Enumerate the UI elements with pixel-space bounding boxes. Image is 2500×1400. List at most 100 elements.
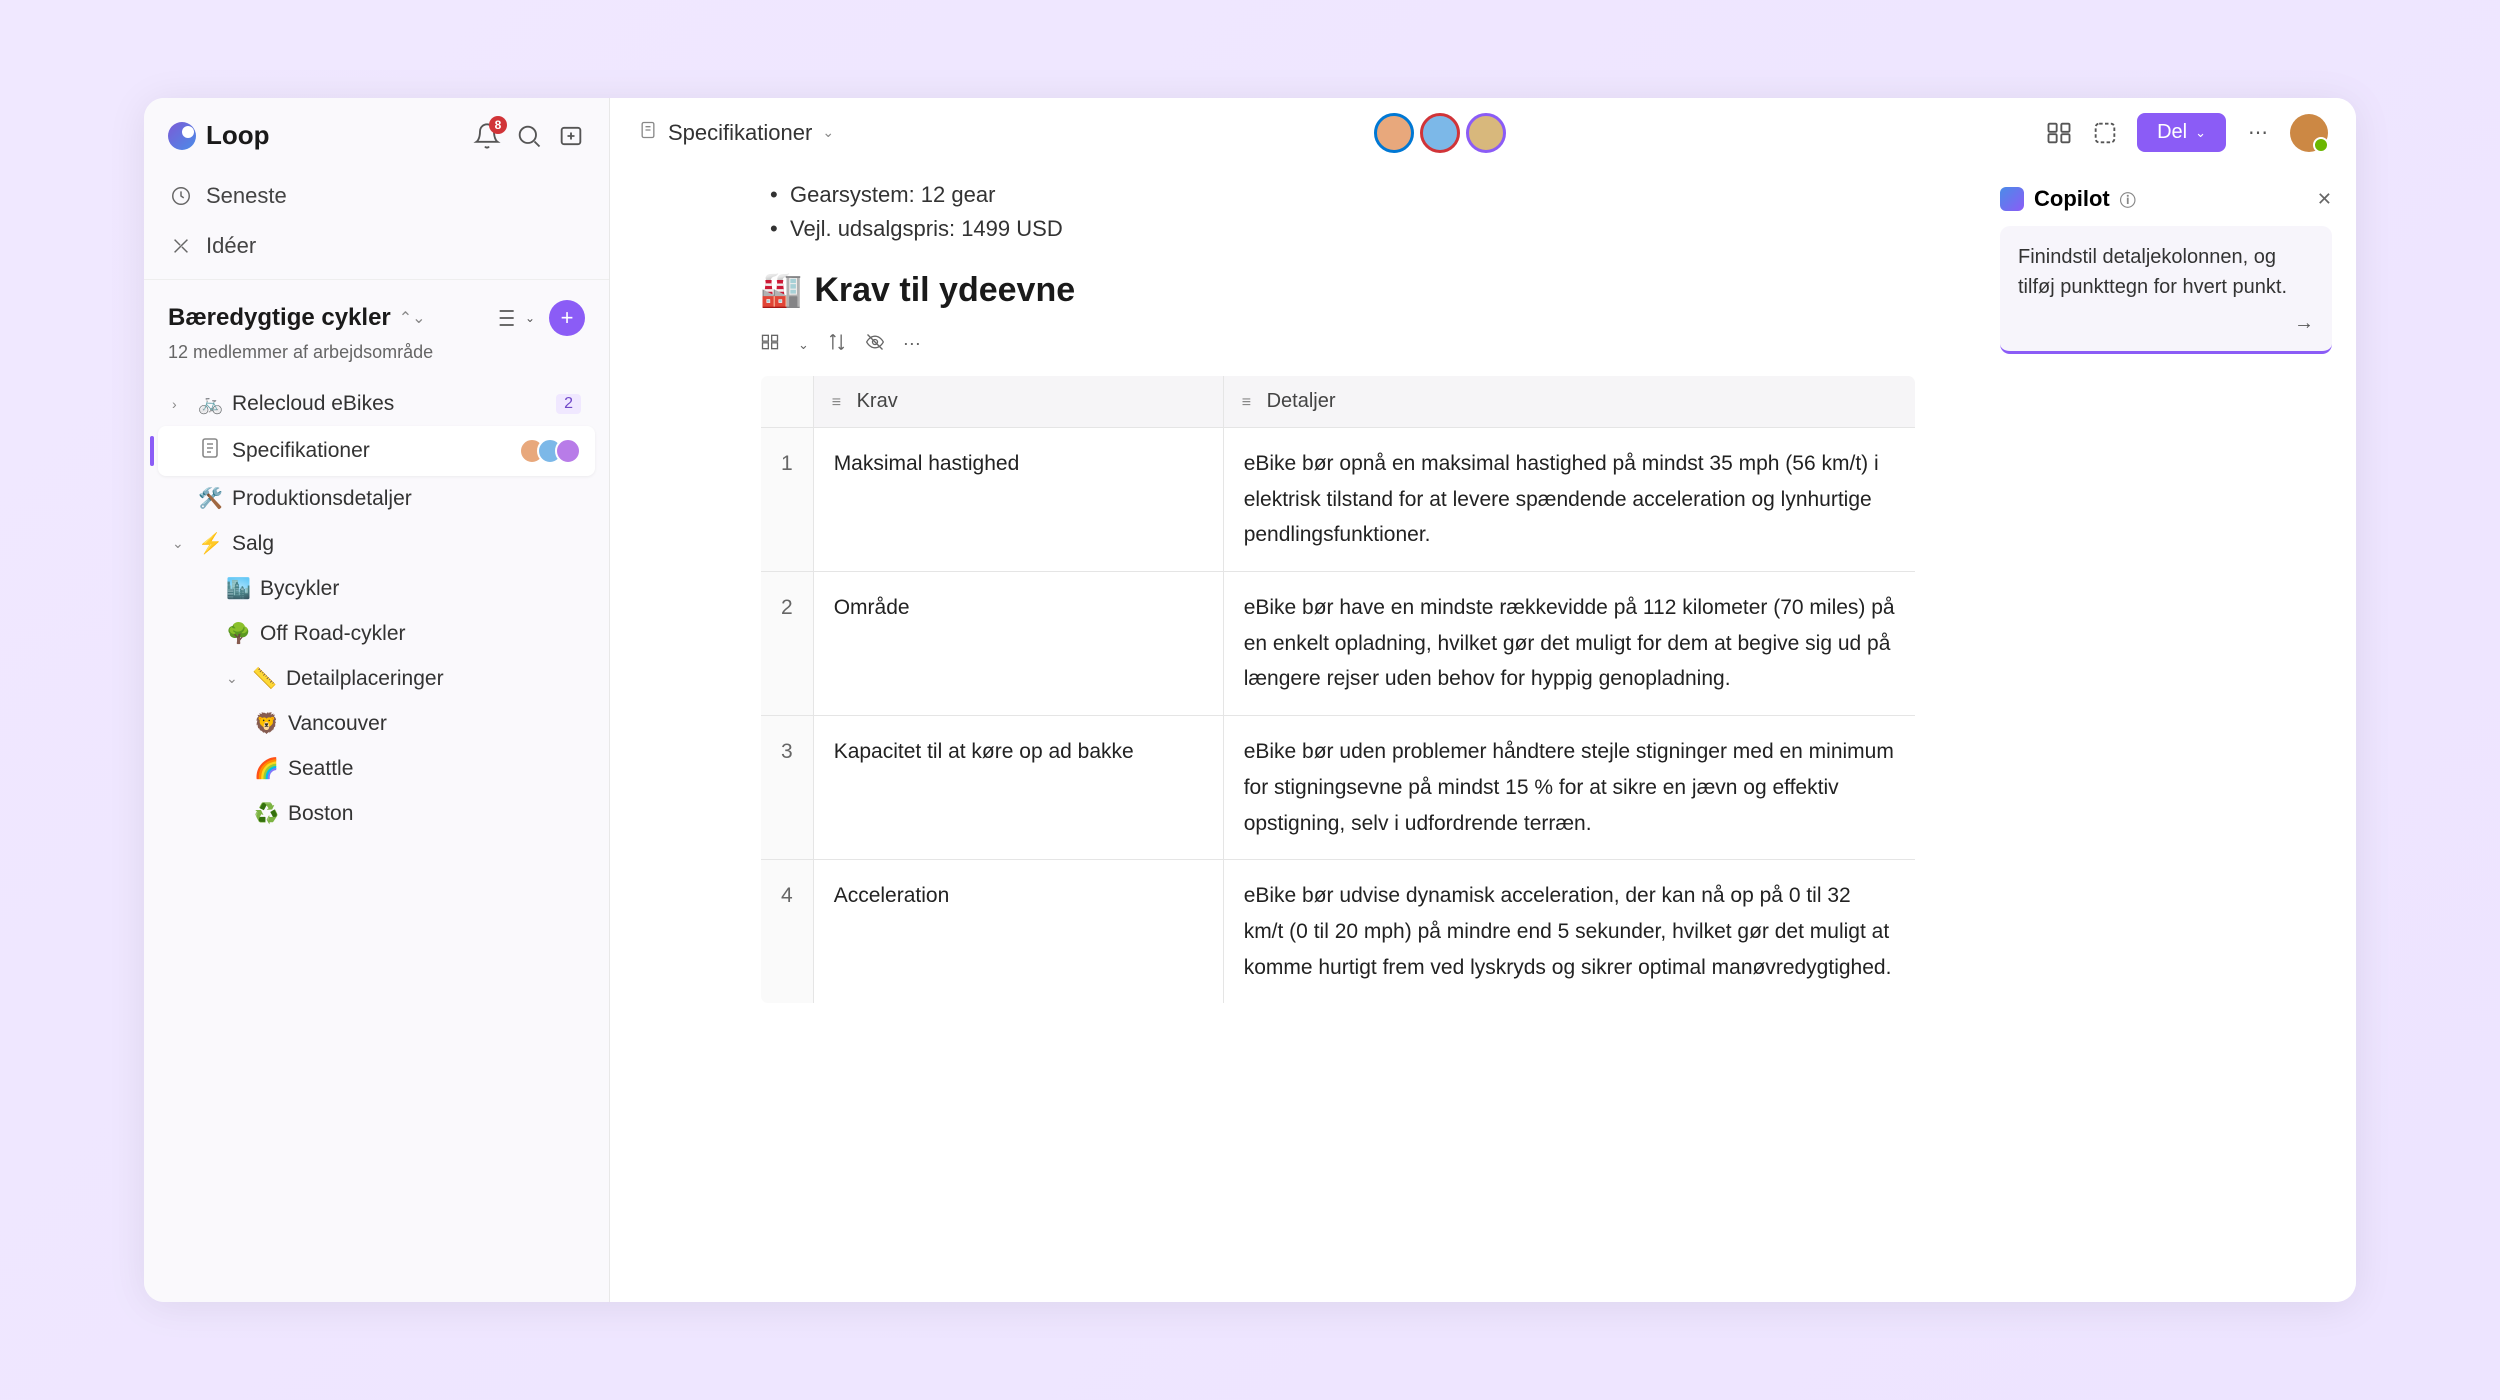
spec-bullets: Gearsystem: 12 gear Vejl. udsalgspris: 1… [760, 178, 1916, 246]
visibility-button[interactable] [865, 332, 885, 357]
user-avatar[interactable] [2290, 114, 2328, 152]
cell-krav[interactable]: Acceleration [813, 860, 1223, 1004]
table-row[interactable]: 3 Kapacitet til at køre op ad bakke eBik… [761, 716, 1916, 860]
info-icon[interactable]: ⓘ [2120, 187, 2136, 211]
tree-badge: 2 [556, 394, 581, 414]
cell-krav[interactable]: Område [813, 572, 1223, 716]
chevron-down-icon[interactable]: ⌄ [798, 337, 809, 353]
main-area: Specifikationer ⌄ Del ⌄ ⋯ [610, 98, 2356, 1302]
document-body[interactable]: Gearsystem: 12 gear Vejl. udsalgspris: 1… [610, 168, 1976, 1302]
cell-detaljer[interactable]: eBike bør opnå en maksimal hastighed på … [1223, 428, 1915, 572]
sidebar-header: Loop 8 [144, 98, 609, 163]
bullet-item: Gearsystem: 12 gear [790, 178, 1916, 212]
keyboard-shortcuts-button[interactable] [2045, 119, 2073, 147]
text-icon: ≡ [832, 394, 841, 411]
copilot-title: Copilot [2034, 186, 2110, 212]
heading-text: Krav til ydeevne [814, 271, 1075, 310]
col-header-detaljer[interactable]: ≡ Detaljer [1223, 376, 1915, 428]
tree-offroad[interactable]: 🌳 Off Road-cykler [158, 611, 595, 656]
notifications-button[interactable]: 8 [473, 122, 501, 150]
cell-krav[interactable]: Maksimal hastighed [813, 428, 1223, 572]
tree-item-label: Salg [232, 532, 274, 556]
requirements-table: ≡ Krav ≡ Detaljer 1 Maksimal hastighed e… [760, 375, 1916, 1004]
tree-seattle[interactable]: 🌈 Seattle [158, 746, 595, 791]
sort-button[interactable] [827, 332, 847, 357]
share-label: Del [2157, 121, 2187, 144]
nav-recent[interactable]: Seneste [154, 171, 599, 221]
loop-logo-icon [168, 122, 196, 150]
tree-specs[interactable]: Specifikationer [158, 426, 595, 476]
app-name: Loop [206, 120, 270, 151]
cell-detaljer[interactable]: eBike bør have en mindste rækkevidde på … [1223, 572, 1915, 716]
tree-item-label: Detailplaceringer [286, 667, 444, 691]
chevron-updown-icon: ⌃⌄ [399, 308, 426, 328]
tree-vancouver[interactable]: 🦁 Vancouver [158, 701, 595, 746]
chevron-right-icon: › [172, 396, 188, 412]
workspace-title: Bæredygtige cykler [168, 304, 391, 332]
row-number: 1 [761, 428, 814, 572]
face-icon: 🦁 [254, 711, 278, 736]
rainbow-icon: 🌈 [254, 756, 278, 781]
component-button[interactable] [2091, 119, 2119, 147]
cell-krav[interactable]: Kapacitet til at køre op ad bakke [813, 716, 1223, 860]
text-icon: ≡ [1242, 394, 1251, 411]
table-row[interactable]: 1 Maksimal hastighed eBike bør opnå en m… [761, 428, 1916, 572]
view-toggle-button[interactable] [760, 332, 780, 357]
table-row[interactable]: 4 Acceleration eBike bør udvise dynamisk… [761, 860, 1916, 1004]
presence-avatar[interactable] [1466, 113, 1506, 153]
breadcrumb[interactable]: Specifikationer ⌄ [638, 120, 834, 146]
cell-detaljer[interactable]: eBike bør uden problemer håndtere stejle… [1223, 716, 1915, 860]
workspace-switcher[interactable]: Bæredygtige cykler ⌃⌄ [168, 304, 426, 332]
tree-salg[interactable]: ⌄ ⚡ Salg [158, 521, 595, 566]
document-icon [638, 120, 658, 146]
app-window: Loop 8 Seneste [144, 98, 2356, 1302]
copilot-logo-icon [2000, 187, 2024, 211]
clock-icon [170, 185, 192, 207]
copilot-prompt-text: Finindstil detaljekolonnen, og tilføj pu… [2018, 242, 2314, 302]
factory-icon: 🏭 [760, 270, 802, 310]
presence-avatar[interactable] [1374, 113, 1414, 153]
copilot-input[interactable]: Finindstil detaljekolonnen, og tilføj pu… [2000, 226, 2332, 354]
chevron-down-icon: ⌄ [2195, 125, 2206, 141]
chevron-down-icon: ⌄ [822, 124, 834, 141]
main-header: Specifikationer ⌄ Del ⌄ ⋯ [610, 98, 2356, 168]
share-button[interactable]: Del ⌄ [2137, 113, 2226, 152]
col-header-krav[interactable]: ≡ Krav [813, 376, 1223, 428]
cell-detaljer[interactable]: eBike bør udvise dynamisk acceleration, … [1223, 860, 1915, 1004]
new-page-button[interactable] [557, 122, 585, 150]
submit-arrow-button[interactable]: → [2294, 312, 2314, 335]
more-table-button[interactable]: ⋯ [903, 334, 921, 355]
page-tree: › 🚲 Relecloud eBikes 2 Specifikationer [158, 377, 595, 840]
tree-item-label: Produktionsdetaljer [232, 487, 412, 511]
app-logo-area[interactable]: Loop [168, 120, 270, 151]
tree-boston[interactable]: ♻️ Boston [158, 791, 595, 836]
tree-item-label: Bycykler [260, 577, 339, 601]
presence-avatar[interactable] [1420, 113, 1460, 153]
add-page-button[interactable]: + [549, 300, 585, 336]
row-number: 3 [761, 716, 814, 860]
presence-avatars [527, 438, 581, 464]
nav-ideas[interactable]: Idéer [154, 221, 599, 271]
tree-relecloud[interactable]: › 🚲 Relecloud eBikes 2 [158, 381, 595, 426]
tree-item-label: Off Road-cykler [260, 622, 406, 646]
table-row[interactable]: 2 Område eBike bør have en mindste række… [761, 572, 1916, 716]
ruler-icon: 📏 [252, 666, 276, 691]
row-number: 4 [761, 860, 814, 1004]
table-toolbar: ⌄ ⋯ [760, 326, 1916, 375]
row-number: 2 [761, 572, 814, 716]
workspace-subtitle: 12 medlemmer af arbejdsområde [158, 340, 595, 377]
more-button[interactable]: ⋯ [2244, 119, 2272, 147]
list-view-button[interactable]: ⌄ [495, 304, 535, 332]
tree-production[interactable]: 🛠️ Produktionsdetaljer [158, 476, 595, 521]
breadcrumb-title: Specifikationer [668, 120, 812, 146]
tree-item-label: Specifikationer [232, 439, 370, 463]
nav-recent-label: Seneste [206, 183, 287, 209]
section-heading: 🏭 Krav til ydeevne [760, 270, 1916, 310]
bike-icon: 🚲 [198, 391, 222, 416]
tree-detail[interactable]: ⌄ 📏 Detailplaceringer [158, 656, 595, 701]
tree-bycykler[interactable]: 🏙️ Bycykler [158, 566, 595, 611]
bullet-item: Vejl. udsalgspris: 1499 USD [790, 212, 1916, 246]
close-button[interactable]: ✕ [2317, 189, 2332, 210]
recycle-icon: ♻️ [254, 801, 278, 826]
search-button[interactable] [515, 122, 543, 150]
